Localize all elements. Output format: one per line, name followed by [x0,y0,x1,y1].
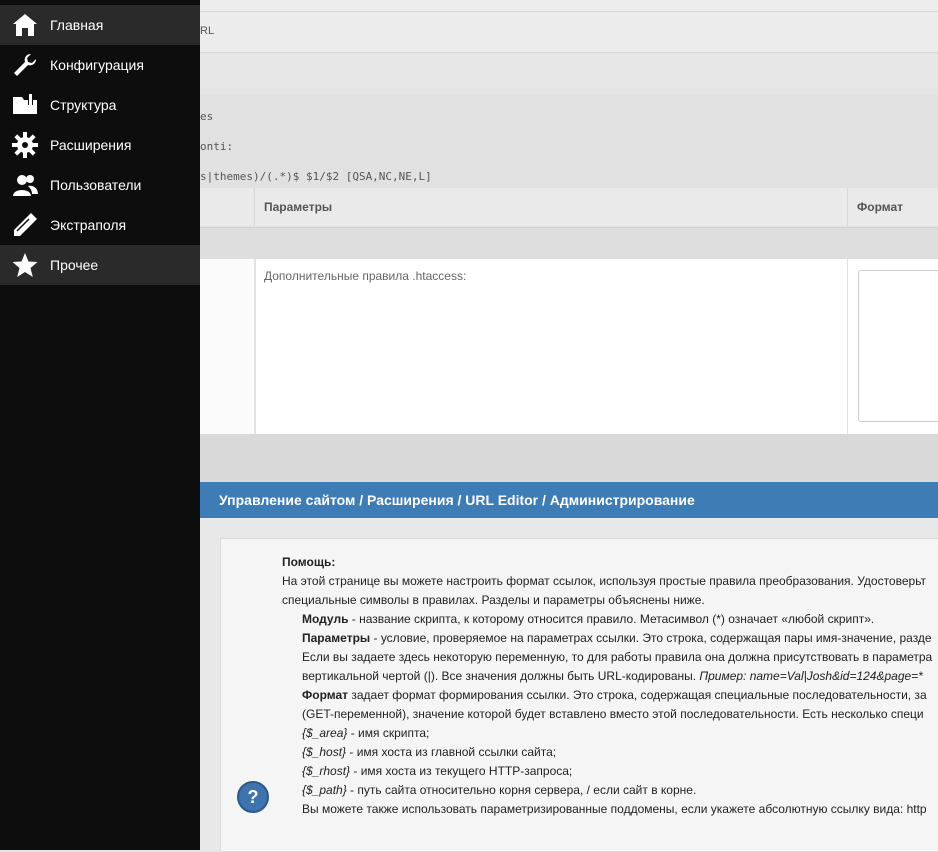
help-format-2: (GET-переменной), значение которой будет… [302,707,924,721]
help-box: ? Помощь: На этой странице вы можете нас… [220,538,938,852]
help-var-host: {$_host} - имя хоста из главной ссылки с… [302,745,557,759]
top-url-bar: RL [200,12,938,53]
folder-icon [0,85,50,125]
table-footer [200,434,938,482]
sidebar-item-label: Пользователи [50,177,142,193]
sidebar-item-label: Прочее [50,257,99,273]
help-var-area: {$_area} - имя скрипта; [302,726,430,740]
sidebar-item-label: Структура [50,97,117,113]
help-format: Формат задает формат формирования ссылки… [302,688,927,702]
help-var-rhost: {$_rhost} - имя хоста из текущего HTTP-з… [302,764,573,778]
sidebar-item-label: Расширения [50,137,132,153]
gear-icon [0,125,50,165]
sidebar: Главная Конфигурация Структура Расширени… [0,0,200,850]
htaccess-label: Дополнительные правила .htaccess: [264,269,467,283]
users-icon [0,165,50,205]
sidebar-item-extensions[interactable]: Расширения [0,125,200,165]
home-icon [0,5,50,45]
sidebar-item-structure[interactable]: Структура [0,85,200,125]
help-intro-2: специальные символы в правилах. Разделы … [282,593,705,607]
breadcrumb-text: Управление сайтом / Расширения / URL Edi… [219,492,695,508]
table-row-format [847,259,938,434]
spacer-row [200,53,938,93]
help-params-3: вертикальной чертой (|). Все значения до… [302,669,923,683]
sidebar-item-label: Экстраполя [50,217,127,233]
sidebar-item-users[interactable]: Пользователи [0,165,200,205]
help-title: Помощь: [282,555,336,569]
help-module: Модуль - название скрипта, к которому от… [302,612,875,626]
help-intro-1: На этой странице вы можете настроить фор… [282,574,927,588]
code-line-3: s|themes)/(.*)$ $1/$2 [QSA,NC,NE,L] [200,170,432,183]
help-text: Помощь: На этой странице вы можете настр… [282,553,932,819]
code-line-1: es [200,110,214,123]
code-block: es onti: s|themes)/(.*)$ $1/$2 [QSA,NC,N… [200,94,938,188]
table-row-col1 [200,259,254,434]
table-header-col1 [200,188,253,226]
sidebar-item-extrafields[interactable]: Экстраполя [0,205,200,245]
format-textarea[interactable] [858,270,938,422]
table-header-format: Формат [847,188,938,226]
help-icon: ? [237,781,269,813]
breadcrumb: Управление сайтом / Расширения / URL Edi… [200,482,938,518]
sidebar-item-label: Конфигурация [50,57,144,73]
help-params-2: Если вы задаете здесь некоторую переменн… [302,650,933,664]
top-url-row [200,0,938,12]
url-fragment: RL [200,25,215,37]
code-line-2: onti: [200,140,234,153]
star-icon [0,245,50,285]
sidebar-item-other[interactable]: Прочее [0,245,200,285]
sidebar-item-config[interactable]: Конфигурация [0,45,200,85]
help-last-line: Вы можете также использовать параметризи… [302,802,927,816]
sidebar-item-label: Главная [50,17,104,33]
wrench-icon [0,45,50,85]
help-params: Параметры - условие, проверяемое на пара… [302,631,932,645]
table-header-params: Параметры [254,188,847,226]
sidebar-item-home[interactable]: Главная [0,5,200,45]
table-row-params: Дополнительные правила .htaccess: [255,259,847,434]
table-divider-row [200,227,938,260]
pencil-icon [0,205,50,245]
help-var-path: {$_path} - путь сайта относительно корня… [302,783,697,797]
